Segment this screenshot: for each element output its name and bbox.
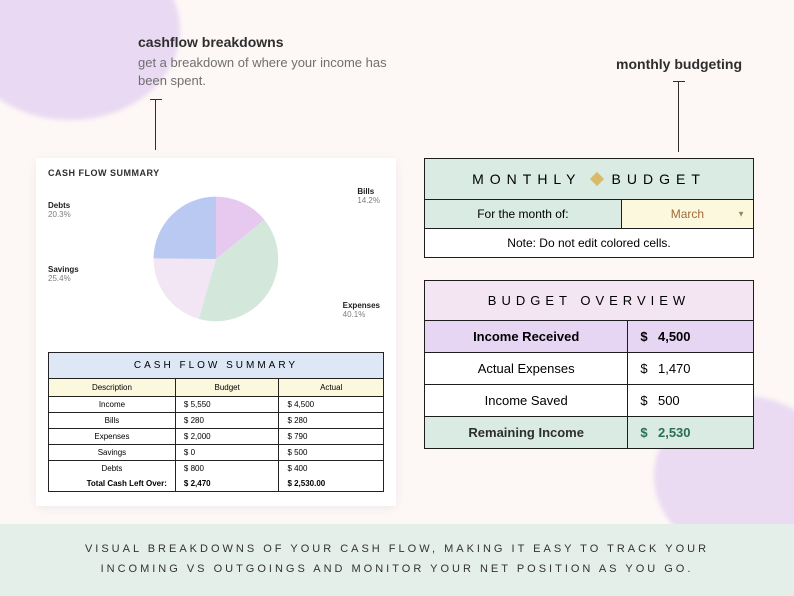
col-actual: Actual [279,379,383,396]
overview-label: Actual Expenses [425,353,628,384]
table-row: Expenses$ 2,000$ 790 [49,429,383,445]
overview-value: $ 1,470 [628,353,753,384]
overview-label: Income Received [425,321,628,352]
pie-label-savings: Savings 25.4% [48,266,79,284]
monthly-budget-panel: MONTHLY BUDGET For the month of: March ▼… [424,158,754,449]
budget-overview-title: BUDGET OVERVIEW [425,281,753,321]
annotation-monthly: monthly budgeting [616,56,742,76]
cashflow-table: CASH FLOW SUMMARY Description Budget Act… [48,352,384,492]
cell-actual: $ 400 [279,461,383,476]
chevron-down-icon: ▼ [737,210,745,219]
overview-label: Remaining Income [425,417,628,448]
cell-actual: $ 4,500 [279,397,383,412]
pointer-line [155,100,156,150]
month-value: March [671,207,704,221]
diamond-icon [589,172,603,186]
col-budget: Budget [176,379,280,396]
cell-budget: $ 0 [176,445,280,460]
col-description: Description [49,379,176,396]
footer-text: VISUAL BREAKDOWNS OF YOUR CASH FLOW, MAK… [0,524,794,596]
table-row: Income$ 5,550$ 4,500 [49,397,383,413]
overview-row: Income Saved$ 500 [425,385,753,417]
cell-desc: Bills [49,413,176,428]
overview-row: Remaining Income$ 2,530 [425,417,753,448]
pie-label-bills: Bills 14.2% [357,188,380,206]
cashflow-panel: CASH FLOW SUMMARY Bills 14.2% Expenses 4… [36,158,396,506]
cell-budget: $ 280 [176,413,280,428]
pie-svg [151,194,281,324]
cell-desc: Income [49,397,176,412]
cell-budget: $ 5,550 [176,397,280,412]
table-header: Description Budget Actual [49,379,383,397]
overview-label: Income Saved [425,385,628,416]
cell-actual: $ 280 [279,413,383,428]
cell-actual: $ 790 [279,429,383,444]
title-word: BUDGET [612,171,706,187]
cell-actual: $ 500 [279,445,383,460]
cell-budget: $ 2,000 [176,429,280,444]
cell-desc: Expenses [49,429,176,444]
pie-chart: Bills 14.2% Expenses 40.1% Savings 25.4%… [48,184,384,334]
total-actual: $ 2,530.00 [279,476,383,491]
table-title: CASH FLOW SUMMARY [49,353,383,379]
month-label: For the month of: [425,200,622,228]
pie-label-expenses: Expenses 40.1% [343,302,380,320]
total-budget: $ 2,470 [176,476,280,491]
annotation-title: monthly budgeting [616,56,742,72]
note-text: Note: Do not edit colored cells. [425,229,753,257]
budget-overview-card: BUDGET OVERVIEW Income Received$ 4,500Ac… [424,280,754,449]
total-label: Total Cash Left Over: [49,476,176,491]
pie-label-debts: Debts 20.3% [48,202,71,220]
title-word: MONTHLY [472,171,581,187]
annotation-title: cashflow breakdowns [138,34,398,50]
overview-value: $ 2,530 [628,417,753,448]
overview-row: Actual Expenses$ 1,470 [425,353,753,385]
table-row: Bills$ 280$ 280 [49,413,383,429]
annotation-subtitle: get a breakdown of where your income has… [138,54,398,89]
overview-value: $ 500 [628,385,753,416]
table-row: Debts$ 800$ 400 [49,461,383,476]
annotation-cashflow: cashflow breakdowns get a breakdown of w… [138,34,398,89]
cell-budget: $ 800 [176,461,280,476]
cell-desc: Debts [49,461,176,476]
overview-row: Income Received$ 4,500 [425,321,753,353]
chart-title: CASH FLOW SUMMARY [48,168,384,178]
table-row: Savings$ 0$ 500 [49,445,383,461]
monthly-budget-card: MONTHLY BUDGET For the month of: March ▼… [424,158,754,258]
monthly-budget-title: MONTHLY BUDGET [425,159,753,200]
month-dropdown[interactable]: March ▼ [622,200,753,228]
month-select-row: For the month of: March ▼ [425,200,753,229]
table-total-row: Total Cash Left Over: $ 2,470 $ 2,530.00 [49,476,383,491]
cell-desc: Savings [49,445,176,460]
pointer-line [678,82,679,152]
overview-value: $ 4,500 [628,321,753,352]
